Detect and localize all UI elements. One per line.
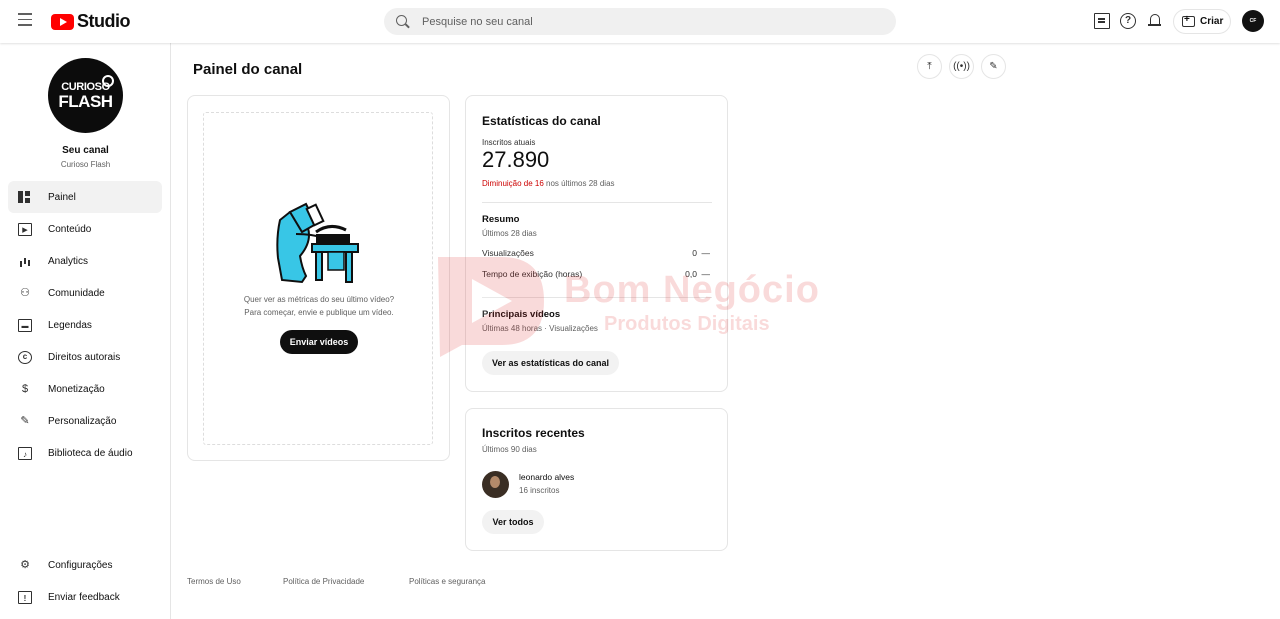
sidebar-item-settings[interactable]: ⚙ Configurações xyxy=(8,549,162,581)
sidebar-item-customization[interactable]: ✎ Personalização xyxy=(8,405,162,437)
subscriber-name[interactable]: leonardo alves xyxy=(519,472,574,482)
notifications-icon[interactable] xyxy=(1147,13,1163,29)
channel-avatar[interactable]: CURIOSO FLASH xyxy=(48,58,123,133)
sidebar-item-label: Monetização xyxy=(48,383,105,395)
dashboard-icon xyxy=(18,190,32,204)
change-period: nos últimos 28 dias xyxy=(543,179,615,188)
help-icon[interactable]: ? xyxy=(1120,13,1136,29)
microscope-illustration-icon xyxy=(276,202,359,284)
sidebar-item-content[interactable]: ▸ Conteúdo xyxy=(8,213,162,245)
upload-icon: ⤒ xyxy=(927,61,932,72)
sidebar-item-label: Biblioteca de áudio xyxy=(48,447,133,459)
channel-name: Curioso Flash xyxy=(60,160,111,169)
sidebar-item-label: Legendas xyxy=(48,319,92,331)
youtube-logo-icon xyxy=(51,13,74,30)
create-post-button[interactable]: ✎ xyxy=(981,54,1006,79)
see-all-button[interactable]: Ver todos xyxy=(482,510,544,534)
sidebar-item-label: Enviar feedback xyxy=(48,591,120,603)
top-videos-title: Principais vídeos xyxy=(482,309,561,320)
sidebar-item-dashboard[interactable]: Painel xyxy=(8,181,162,213)
analytics-icon xyxy=(18,255,32,268)
watch-time-label: Tempo de exibição (horas) xyxy=(482,269,583,279)
messages-icon[interactable] xyxy=(1094,13,1110,29)
view-channel-analytics-button[interactable]: Ver as estatísticas do canal xyxy=(482,351,619,375)
watch-time-trend: — xyxy=(701,269,711,279)
page-title: Painel do canal xyxy=(193,61,303,78)
sidebar-item-label: Configurações xyxy=(48,559,113,571)
footer-link-terms[interactable]: Termos de Uso xyxy=(187,577,241,586)
subscribers-count: 27.890 xyxy=(482,147,550,172)
sidebar-item-label: Painel xyxy=(48,191,76,203)
sidebar-item-label: Conteúdo xyxy=(48,223,92,235)
magnifier-icon xyxy=(102,75,114,87)
sidebar-item-community[interactable]: ⚇ Comunidade xyxy=(8,277,162,309)
subscriber-avatar[interactable] xyxy=(482,471,509,498)
content-icon: ▸ xyxy=(18,222,32,236)
views-value: 0 xyxy=(692,248,697,258)
card-title: Estatísticas do canal xyxy=(482,114,601,128)
sidebar-item-audio-library[interactable]: ♪ Biblioteca de áudio xyxy=(8,437,162,469)
sidebar-item-label: Analytics xyxy=(48,255,89,267)
divider xyxy=(482,297,712,298)
settings-icon: ⚙ xyxy=(20,558,30,571)
summary-title: Resumo xyxy=(482,214,520,225)
channel-logo-text: FLASH xyxy=(58,91,113,111)
card-title: Inscritos recentes xyxy=(482,426,585,440)
sidebar-item-copyright[interactable]: c Direitos autorais xyxy=(8,341,162,373)
edit-icon: ✎ xyxy=(989,61,998,72)
subscriber-count: 16 inscritos xyxy=(519,486,560,495)
recent-subscribers-card: Inscritos recentes Últimos 90 dias leona… xyxy=(465,408,728,551)
top-bar: Studio Pesquise no seu canal ? Criar CF xyxy=(0,0,1280,43)
account-avatar[interactable]: CF xyxy=(1242,10,1264,32)
create-label: Criar xyxy=(1200,16,1224,27)
menu-icon[interactable] xyxy=(18,13,32,27)
upload-button[interactable]: ⤒ xyxy=(917,54,942,79)
views-label: Visualizações xyxy=(482,248,534,258)
create-button[interactable]: Criar xyxy=(1173,9,1231,34)
sidebar-item-monetization[interactable]: $ Monetização xyxy=(8,373,162,405)
search-input[interactable]: Pesquise no seu canal xyxy=(422,16,533,28)
sidebar: CURIOSO FLASH Seu canal Curioso Flash Pa… xyxy=(0,43,171,619)
sidebar-item-label: Direitos autorais xyxy=(48,351,121,363)
app-name: Studio xyxy=(77,11,131,31)
copyright-icon: c xyxy=(18,350,32,364)
community-icon: ⚇ xyxy=(20,286,30,299)
channel-title: Seu canal xyxy=(62,145,109,156)
top-videos-period: Últimas 48 horas · Visualizações xyxy=(482,324,598,333)
empty-state-question: Quer ver as métricas do seu último vídeo… xyxy=(243,295,395,304)
empty-state-text: Quer ver as métricas do seu último vídeo… xyxy=(188,293,450,319)
search-icon xyxy=(396,14,410,29)
live-icon: ((•)) xyxy=(953,61,970,72)
sidebar-item-label: Personalização xyxy=(48,415,117,427)
search-bar[interactable]: Pesquise no seu canal xyxy=(384,8,896,35)
watch-time-value: 0,0 xyxy=(685,269,697,279)
go-live-button[interactable]: ((•)) xyxy=(949,54,974,79)
channel-stats-card: Estatísticas do canal Inscritos atuais 2… xyxy=(465,95,728,392)
footer-link-privacy[interactable]: Política de Privacidade xyxy=(283,577,364,586)
period-label: Últimos 90 dias xyxy=(482,445,537,454)
customization-icon: ✎ xyxy=(20,414,30,427)
feedback-icon: ! xyxy=(18,590,32,604)
studio-logo[interactable]: Studio xyxy=(51,11,131,32)
subscribers-change: Diminuição de 16 nos últimos 28 dias xyxy=(482,179,615,188)
footer-link-policies[interactable]: Políticas e segurança xyxy=(409,577,486,586)
summary-period: Últimos 28 dias xyxy=(482,229,537,238)
subscribers-label: Inscritos atuais xyxy=(482,138,536,147)
sidebar-item-analytics[interactable]: Analytics xyxy=(8,245,162,277)
latest-video-card: Quer ver as métricas do seu último vídeo… xyxy=(187,95,450,461)
empty-state-hint: Para começar, envie e publique um vídeo. xyxy=(244,308,394,317)
monetization-icon: $ xyxy=(21,382,29,395)
divider xyxy=(482,202,712,203)
audio-library-icon: ♪ xyxy=(18,446,32,460)
sidebar-item-label: Comunidade xyxy=(48,287,105,299)
upload-videos-button[interactable]: Enviar vídeos xyxy=(280,330,358,354)
change-highlight: Diminuição de 16 xyxy=(482,179,544,188)
subtitles-icon: ▬ xyxy=(18,318,32,332)
sidebar-item-subtitles[interactable]: ▬ Legendas xyxy=(8,309,162,341)
sidebar-item-feedback[interactable]: ! Enviar feedback xyxy=(8,581,162,613)
video-create-icon xyxy=(1182,14,1195,27)
views-trend: — xyxy=(701,248,711,258)
